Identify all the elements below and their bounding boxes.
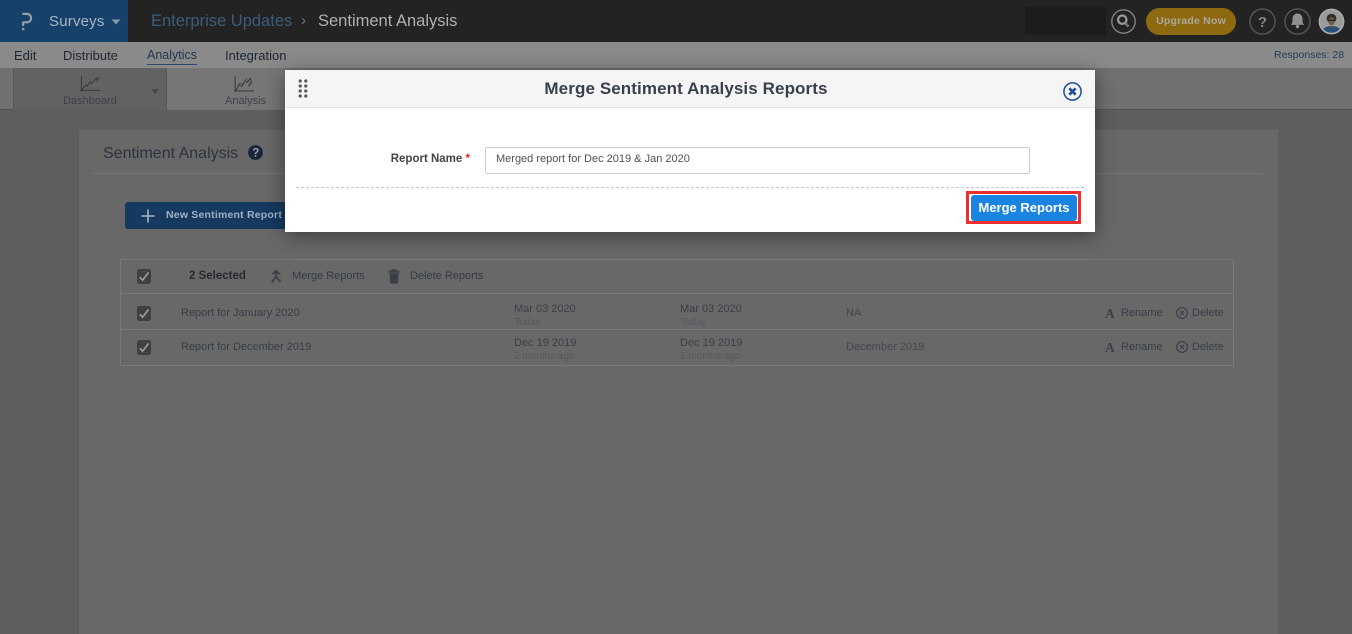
svg-text:?: ? xyxy=(1258,14,1267,31)
